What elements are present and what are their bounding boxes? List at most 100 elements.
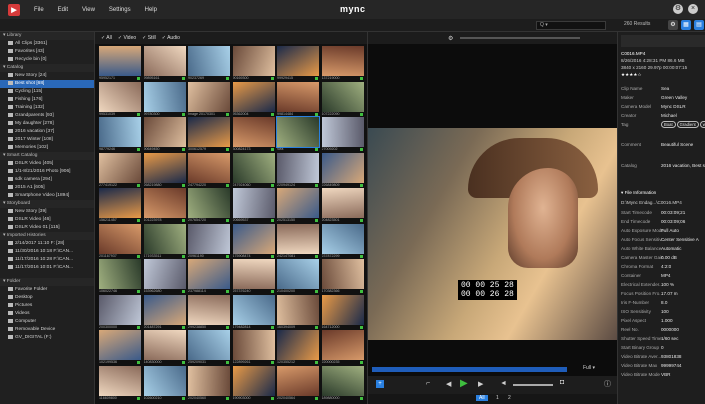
thumbnail[interactable]: 201167937: [99, 223, 145, 260]
thumbnail[interactable]: 122899261: [232, 330, 279, 366]
section-header-story[interactable]: ▾ Storyboard: [0, 200, 94, 208]
snapshot-icon[interactable]: ◘: [560, 379, 564, 386]
sidebar-item-folder[interactable]: Videos: [0, 310, 94, 318]
tag-chip[interactable]: Boat: [661, 121, 676, 128]
thumbnail[interactable]: 101223978: [143, 188, 190, 224]
thumbnail[interactable]: 27009202: [321, 117, 368, 153]
sidebar-item-smart[interactable]: Smartphone Video [1894]: [0, 192, 94, 200]
filter-audio[interactable]: ✓ Audio: [162, 35, 180, 41]
sidebar-item-folder[interactable]: Pictures: [0, 302, 94, 310]
thumbnail[interactable]: 202040564: [277, 365, 323, 402]
thumbnail[interactable]: 116609800: [99, 365, 145, 402]
close-icon[interactable]: ×: [688, 4, 698, 14]
thumbnail[interactable]: 106022746: [99, 259, 145, 295]
filter-still[interactable]: ✓ Still: [142, 35, 156, 41]
gear-icon[interactable]: ⚙: [668, 20, 678, 30]
thumbnail[interactable]: 200300000: [99, 294, 145, 331]
thumbnail[interactable]: 160394009: [277, 294, 323, 331]
thumbnail[interactable]: 164712000: [321, 294, 368, 331]
file-info-header[interactable]: ▾ File Information: [621, 189, 705, 197]
search-input[interactable]: Q ▾: [536, 21, 606, 30]
sidebar-item-catalog[interactable]: Training [132]: [0, 104, 94, 112]
sidebar-item-catalog[interactable]: Grandparents [93]: [0, 112, 94, 120]
thumbnail[interactable]: 99929415: [277, 46, 323, 82]
grid-view-icon[interactable]: ▦: [681, 20, 691, 30]
tag-chip[interactable]: Gradient: [676, 121, 699, 128]
page-1[interactable]: 1: [496, 395, 499, 401]
thumbnail[interactable]: 120355212: [277, 330, 323, 366]
sidebar-item-catalog[interactable]: Fishing [176]: [0, 96, 94, 104]
sidebar-item-folder[interactable]: Favorite Folder: [0, 286, 94, 294]
sidebar-item-smart[interactable]: 2015 A1 [605]: [0, 184, 94, 192]
section-header-catalog[interactable]: ▾ Catalog: [0, 64, 94, 72]
sidebar-item-story[interactable]: DSLR Video 01 [115]: [0, 224, 94, 232]
thumbnail[interactable]: 300612579: [188, 117, 234, 153]
thumbnail[interactable]: 237988114: [188, 259, 234, 295]
thumbnail[interactable]: 201487291: [143, 294, 190, 331]
thumbnail[interactable]: 247794220: [188, 152, 234, 189]
thumbnail[interactable]: 179482814: [232, 294, 279, 331]
filter-all[interactable]: ✓ All: [101, 35, 112, 41]
menu-view[interactable]: View: [82, 7, 95, 13]
sidebar-item-catalog[interactable]: New Story [24]: [0, 72, 94, 80]
play-icon[interactable]: ▶: [460, 378, 468, 389]
sidebar-item-library[interactable]: All Clips [3361]: [0, 40, 94, 48]
sidebar-item-story[interactable]: New Story [39]: [0, 208, 94, 216]
thumbnail[interactable]: 175908474: [232, 223, 279, 260]
next-icon[interactable]: ▶: [478, 380, 483, 388]
thumbnail[interactable]: 226849809: [321, 152, 368, 189]
menu-help[interactable]: Help: [145, 7, 157, 13]
menu-file[interactable]: File: [34, 7, 44, 13]
thumbnail[interactable]: 156211457: [99, 188, 145, 224]
sidebar-item-smart[interactable]: 1/1-8/21/2016 Photo [906]: [0, 168, 94, 176]
sidebar-item-catalog[interactable]: 2016 vacation [37]: [0, 128, 94, 136]
page-2[interactable]: 2: [508, 395, 511, 401]
thumbnail[interactable]: 170382366: [321, 259, 368, 295]
thumbnail[interactable]: 210400200: [277, 259, 323, 295]
thumbnail[interactable]: 153962680: [143, 259, 190, 295]
section-header-folder[interactable]: ▾ Folder: [0, 278, 94, 286]
section-header-imported[interactable]: ▾ Imported Histories: [0, 232, 94, 240]
sidebar-item-catalog[interactable]: Memories [102]: [0, 144, 94, 152]
thumbnail[interactable]: 268219880: [143, 152, 190, 189]
sidebar-item-smart[interactable]: sdk camera [294]: [0, 176, 94, 184]
mark-in-icon[interactable]: ⌐: [426, 380, 430, 387]
thumbnail[interactable]: 20669537: [232, 188, 279, 224]
tag-chip[interactable]: water: [699, 121, 705, 128]
thumbnail[interactable]: 300824173: [232, 117, 279, 153]
thumbnail[interactable]: 98779246: [99, 117, 145, 153]
sidebar-item-imported[interactable]: 11/30/2016 10:18 F:\CAN...: [0, 248, 94, 256]
thumbnail[interactable]: 257376240: [232, 259, 279, 295]
sidebar-item-catalog[interactable]: Cycling [115]: [0, 88, 94, 96]
zoom-icon[interactable]: ⚙: [448, 35, 453, 42]
sidebar-item-folder[interactable]: Desktop: [0, 294, 94, 302]
section-header-smart[interactable]: ▾ Smart Catalog: [0, 152, 94, 160]
thumbnail[interactable]: 189880000: [321, 365, 368, 402]
add-icon[interactable]: +: [376, 380, 384, 388]
thumbnail[interactable]: 90649450: [143, 117, 190, 153]
video-frame[interactable]: 00 00 25 28 00 00 26 28: [368, 128, 618, 340]
thumbnail[interactable]: 190903000: [232, 365, 279, 402]
volume-slider[interactable]: [513, 384, 553, 386]
section-header-library[interactable]: ▾ Library: [0, 32, 94, 40]
thumbnail[interactable]: 90237269: [188, 46, 234, 82]
sidebar-item-story[interactable]: DSLR Video [46]: [0, 216, 94, 224]
sidebar-item-library[interactable]: Favorites [43]: [0, 48, 94, 56]
thumbnail[interactable]: 107222090: [321, 81, 368, 118]
thumbnail[interactable]: 137219000: [321, 46, 368, 82]
thumbnail[interactable]: 171933511: [143, 223, 190, 260]
thumbnail[interactable]: Sea: [276, 116, 323, 153]
thumbnail[interactable]: 99895161: [143, 46, 190, 82]
thumbnail[interactable]: 202513150: [277, 188, 323, 224]
thumbnail[interactable]: 202040560: [188, 365, 234, 402]
thumbnail[interactable]: 95362004: [232, 81, 279, 118]
sidebar-item-device[interactable]: GV_DIGITAL (F:): [0, 334, 94, 342]
settings-icon[interactable]: ⚙: [673, 4, 683, 14]
thumbnail[interactable]: 90169300: [232, 46, 279, 82]
thumbnail[interactable]: 220000235: [321, 330, 368, 366]
page-all[interactable]: All: [476, 395, 488, 401]
thumbnail[interactable]: 140830000: [143, 330, 190, 366]
prev-icon[interactable]: ◀: [446, 380, 451, 388]
thumbnail[interactable]: 247924060: [232, 152, 279, 189]
thumbnail[interactable]: 99814484: [277, 81, 323, 118]
